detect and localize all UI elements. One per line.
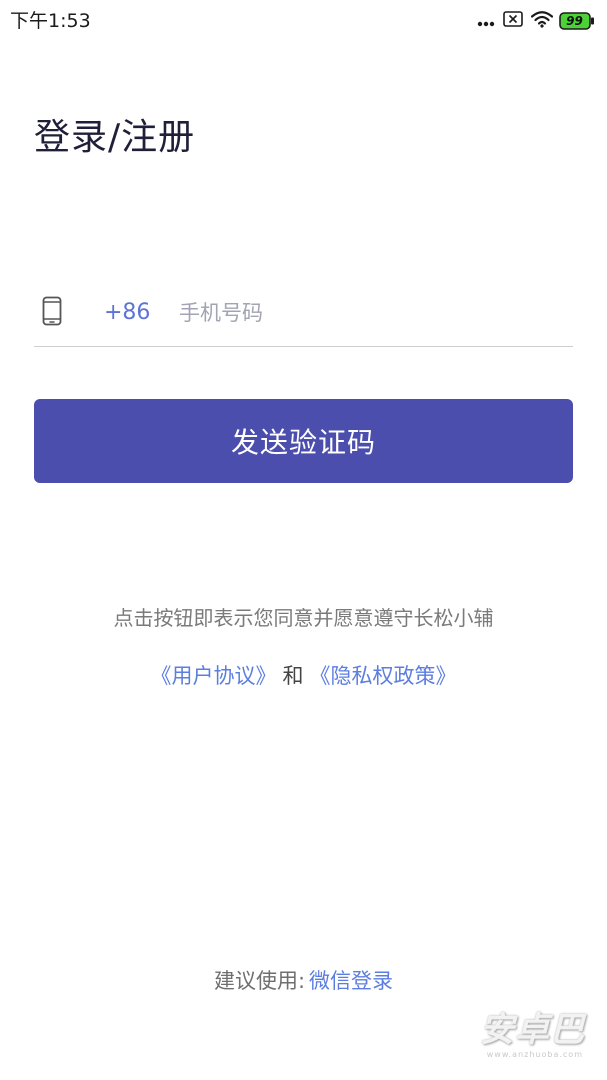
wifi-icon [530,10,554,32]
privacy-policy-link[interactable]: 《隐私权政策》 [310,664,457,688]
status-time: 下午1:53 [10,10,91,32]
battery-icon: 99 [559,12,595,30]
country-code[interactable]: +86 [104,299,150,327]
status-bar: 下午1:53 99 [0,0,607,44]
phone-number-input[interactable] [179,296,559,330]
user-agreement-link[interactable]: 《用户协议》 [151,664,277,688]
watermark-url: www.anzhuoba.com [486,1050,583,1059]
battery-level: 99 [566,14,583,28]
mobile-phone-icon [42,296,62,326]
wechat-login-link[interactable]: 微信登录 [309,969,393,993]
agreement-text: 点击按钮即表示您同意并愿意遵守长松小辅 [113,606,494,630]
footer-label: 建议使用: [213,969,306,993]
page-title: 登录/注册 [34,117,196,158]
watermark-text: 安卓巴 [480,1010,585,1050]
status-icons: 99 [477,10,595,32]
send-code-button[interactable]: 发送验证码 [34,399,573,483]
agreement-conjunction: 和 [282,664,304,688]
watermark-logo: 安卓巴 www.anzhuoba.com [477,1010,589,1066]
agreement-links: 《用户协议》和《隐私权政策》 [0,661,607,691]
phone-input-row: +86 [34,284,573,347]
more-dots-icon [477,12,495,31]
login-screen: 下午1:53 99 登录/注册 +86 手机号码 发送验证码 点击按钮即表示您同… [0,0,607,1080]
no-sim-icon [503,11,523,31]
footer-suggestion: 建议使用: 微信登录 [0,966,607,996]
